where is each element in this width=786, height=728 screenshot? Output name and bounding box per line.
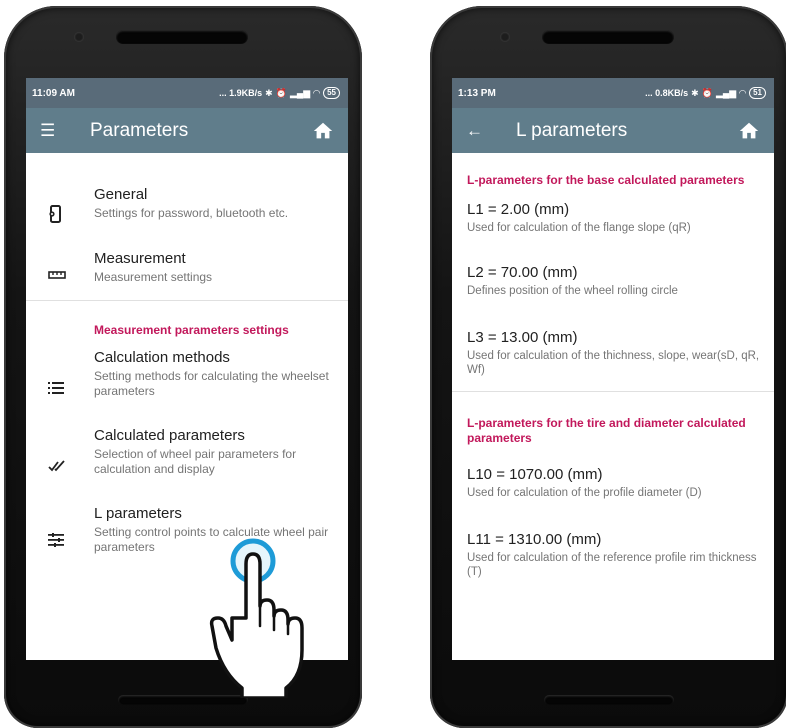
param-l10-value: L10 = 1070.00 (mm): [467, 466, 603, 483]
signal-icon: ▂▄▆: [289, 87, 311, 98]
general-subtitle: Settings for password, bluetooth etc.: [94, 206, 289, 220]
menu-item-measurement[interactable]: Measurement Measurement settings: [26, 242, 348, 300]
wifi-icon: ◠: [313, 87, 321, 98]
alarm-icon: ⏰: [275, 87, 287, 98]
param-l2-value: L2 = 70.00 (mm): [467, 264, 578, 281]
front-camera: [74, 32, 84, 42]
param-l1[interactable]: L1 = 2.00 (mm) Used for calculation of t…: [452, 201, 774, 264]
param-l10-description: Used for calculation of the profile diam…: [467, 487, 702, 499]
battery-icon: 51: [749, 87, 766, 99]
param-l10[interactable]: L10 = 1070.00 (mm) Used for calculation …: [452, 466, 774, 531]
l-parameters-title: L parameters: [94, 505, 182, 522]
status-icons: ... 0.8KB/s ✱ ⏰ ▂▄▆ ◠ 51: [645, 87, 766, 99]
param-l2[interactable]: L2 = 70.00 (mm) Defines position of the …: [452, 264, 774, 329]
phone-frame-right: 1:13 PM ... 0.8KB/s ✱ ⏰ ▂▄▆ ◠ 51 ← L par…: [430, 6, 786, 728]
page-title: L parameters: [516, 119, 628, 141]
param-l2-description: Defines position of the wheel rolling ci…: [467, 285, 678, 297]
general-title: General: [94, 186, 148, 203]
param-l1-description: Used for calculation of the flange slope…: [467, 222, 691, 234]
tune-icon: [48, 505, 94, 575]
section-header-tire: L-parameters for the tire and diameter c…: [467, 416, 746, 445]
param-l11[interactable]: L11 = 1310.00 (mm) Used for calculation …: [452, 531, 774, 601]
param-l11-value: L11 = 1310.00 (mm): [467, 531, 602, 548]
bluetooth-icon: ✱: [691, 87, 699, 98]
measurement-title: Measurement: [94, 250, 186, 267]
list-icon: [48, 349, 94, 427]
menu-item-calculated-parameters[interactable]: Calculated parameters Selection of wheel…: [26, 427, 348, 505]
status-time: 11:09 AM: [32, 87, 75, 99]
back-arrow-icon[interactable]: ←: [466, 121, 496, 141]
calculated-parameters-subtitle: Selection of wheel pair parameters for c…: [94, 447, 297, 476]
ruler-icon: [48, 250, 94, 300]
network-speed: ... 0.8KB/s: [645, 88, 689, 98]
status-icons: ... 1.9KB/s ✱ ⏰ ▂▄▆ ◠ 55: [219, 87, 340, 99]
tap-hand-icon: [209, 538, 304, 698]
wifi-icon: ◠: [739, 87, 747, 98]
app-toolbar: ← L parameters: [452, 108, 774, 153]
network-speed: ... 1.9KB/s: [219, 88, 263, 98]
param-l3-description: Used for calculation of the thichness, s…: [467, 350, 760, 376]
bluetooth-icon: ✱: [265, 87, 273, 98]
status-time: 1:13 PM: [458, 87, 496, 99]
home-icon[interactable]: [738, 120, 760, 142]
measurement-subtitle: Measurement settings: [94, 270, 213, 284]
front-camera: [500, 32, 510, 42]
bottom-speaker: [544, 695, 674, 705]
earpiece-speaker: [542, 30, 674, 44]
status-bar: 1:13 PM ... 0.8KB/s ✱ ⏰ ▂▄▆ ◠ 51: [452, 78, 774, 108]
app-toolbar: ☰ Parameters: [26, 108, 348, 153]
menu-item-general[interactable]: General Settings for password, bluetooth…: [26, 186, 348, 242]
home-icon[interactable]: [312, 120, 334, 142]
device-settings-icon: [48, 186, 94, 242]
signal-icon: ▂▄▆: [715, 87, 737, 98]
menu-icon[interactable]: ☰: [40, 121, 70, 141]
menu-item-calculation-methods[interactable]: Calculation methods Setting methods for …: [26, 349, 348, 427]
calculated-parameters-title: Calculated parameters: [94, 427, 245, 444]
calculation-methods-subtitle: Setting methods for calculating the whee…: [94, 369, 329, 398]
section-header: Measurement parameters settings: [94, 323, 289, 337]
section-header-base: L-parameters for the base calculated par…: [467, 173, 745, 187]
calculation-methods-title: Calculation methods: [94, 349, 230, 366]
alarm-icon: ⏰: [701, 87, 713, 98]
param-l1-value: L1 = 2.00 (mm): [467, 201, 570, 218]
param-l3-value: L3 = 13.00 (mm): [467, 329, 578, 346]
battery-icon: 55: [323, 87, 340, 99]
earpiece-speaker: [116, 30, 248, 44]
param-l11-description: Used for calculation of the reference pr…: [467, 552, 757, 578]
param-l3[interactable]: L3 = 13.00 (mm) Used for calculation of …: [452, 329, 774, 391]
screen-l-parameters: 1:13 PM ... 0.8KB/s ✱ ⏰ ▂▄▆ ◠ 51 ← L par…: [452, 78, 774, 660]
status-bar: 11:09 AM ... 1.9KB/s ✱ ⏰ ▂▄▆ ◠ 55: [26, 78, 348, 108]
page-title: Parameters: [90, 119, 189, 141]
double-check-icon: [48, 427, 94, 505]
